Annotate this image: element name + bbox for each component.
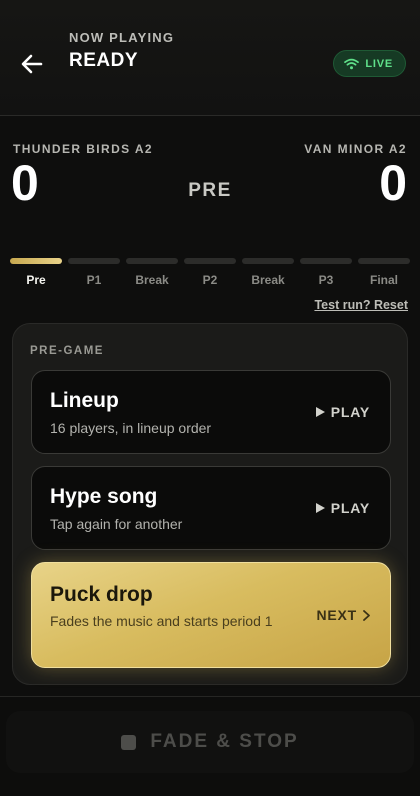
play-icon	[315, 407, 325, 417]
period-label: P3	[318, 273, 334, 287]
pre-game-panel: PRE-GAME Lineup 16 players, in lineup or…	[12, 323, 408, 685]
period-label: Break	[135, 273, 169, 287]
progress-segment	[358, 258, 410, 264]
next-action[interactable]: NEXT	[316, 607, 370, 623]
cue-subtitle: 16 players, in lineup order	[50, 420, 212, 436]
cue-card-lineup[interactable]: Lineup 16 players, in lineup order PLAY	[31, 370, 391, 454]
period-label: Pre	[26, 273, 46, 287]
cue-title: Lineup	[50, 389, 119, 412]
play-action[interactable]: PLAY	[315, 404, 370, 420]
play-action[interactable]: PLAY	[315, 500, 370, 516]
period-label: Final	[369, 273, 398, 287]
progress-segment	[300, 258, 352, 264]
cue-subtitle: Tap again for another	[50, 516, 183, 532]
progress-segment	[68, 258, 120, 264]
live-label: LIVE	[365, 57, 393, 70]
fade-and-stop-button[interactable]: FADE & STOP	[6, 711, 414, 773]
fade-stop-label: FADE & STOP	[150, 731, 299, 752]
period-label: Break	[251, 273, 285, 287]
back-button[interactable]	[16, 48, 48, 80]
progress-segment	[126, 258, 178, 264]
cue-title: Puck drop	[50, 583, 153, 606]
period-progress: Pre P1 Break P2 Break P3 Final	[10, 258, 410, 287]
progress-segment	[242, 258, 294, 264]
back-arrow-icon	[21, 54, 43, 74]
playback-state: READY	[69, 50, 139, 71]
progress-segment	[184, 258, 236, 264]
away-score: 0	[379, 155, 407, 211]
live-badge: LIVE	[333, 50, 406, 77]
chevron-right-icon	[363, 609, 370, 621]
play-label: PLAY	[330, 500, 370, 516]
stop-icon	[121, 734, 137, 750]
test-run-reset-link[interactable]: Test run? Reset	[314, 298, 408, 312]
header: NOW PLAYING READY LIVE	[0, 0, 420, 116]
wifi-icon	[344, 58, 360, 69]
away-team-name: VAN MINOR A2	[304, 142, 407, 156]
cue-subtitle: Fades the music and starts period 1	[50, 613, 273, 629]
cue-card-hype-song[interactable]: Hype song Tap again for another PLAY	[31, 466, 391, 550]
cue-title: Hype song	[50, 485, 158, 508]
current-period: PRE	[188, 180, 232, 201]
play-label: PLAY	[330, 404, 370, 420]
panel-title: PRE-GAME	[30, 345, 104, 357]
scoreboard: THUNDER BIRDS A2 0 PRE VAN MINOR A2 0	[0, 124, 420, 234]
period-label: P1	[86, 273, 102, 287]
period-label: P2	[202, 273, 218, 287]
now-playing-label: NOW PLAYING	[69, 30, 175, 45]
footer: FADE & STOP	[0, 696, 420, 796]
next-label: NEXT	[316, 607, 357, 623]
home-team-name: THUNDER BIRDS A2	[13, 142, 153, 156]
cue-card-puck-drop[interactable]: Puck drop Fades the music and starts per…	[31, 562, 391, 668]
progress-segment	[10, 258, 62, 264]
play-icon	[315, 503, 325, 513]
